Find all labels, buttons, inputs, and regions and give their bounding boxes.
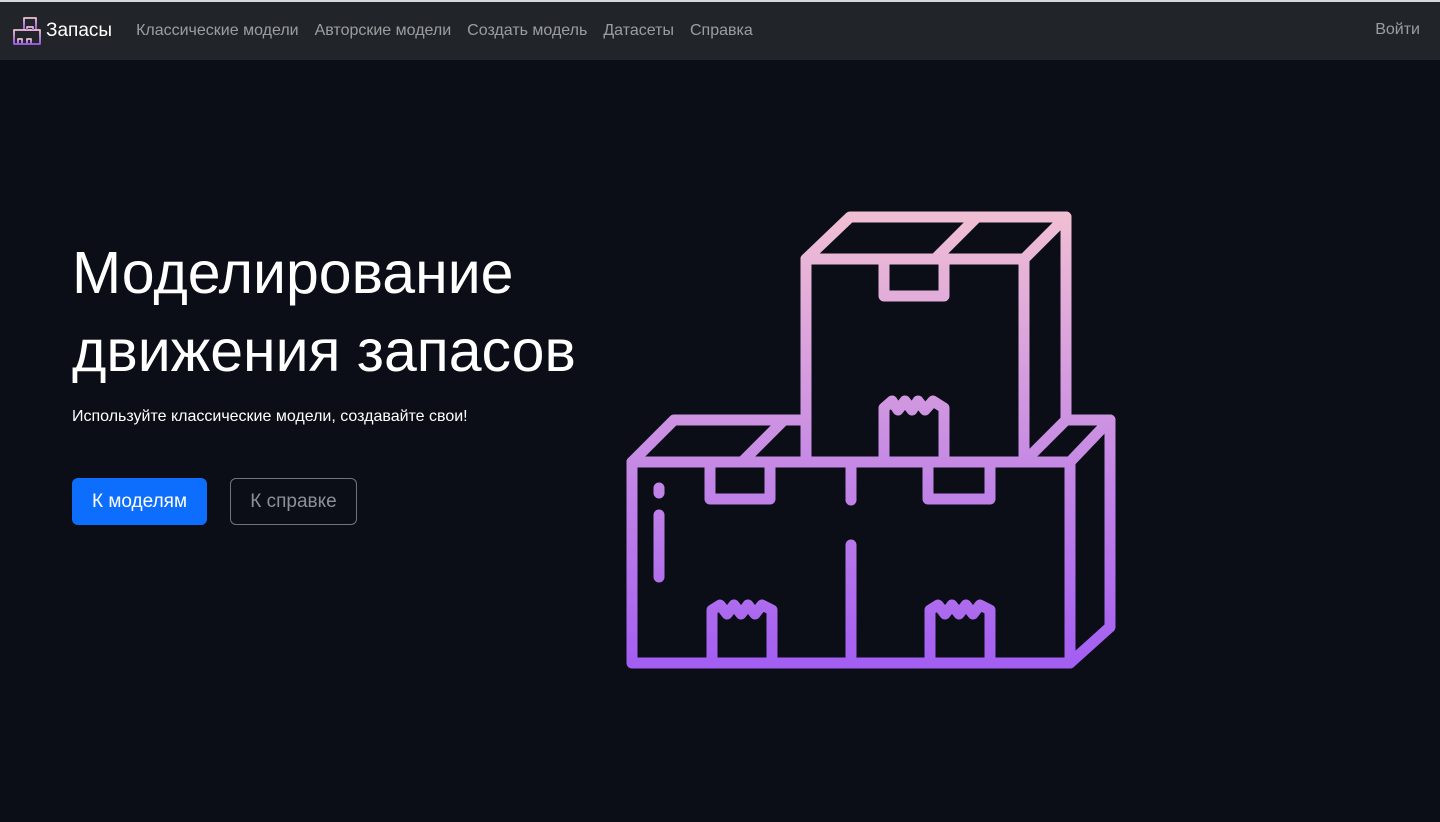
login-link[interactable]: Войти <box>1375 21 1420 39</box>
nav-link-create-model[interactable]: Создать модель <box>459 22 595 40</box>
nav-link-author-models[interactable]: Авторские модели <box>307 22 460 40</box>
brand-name: Запасы <box>46 20 113 41</box>
nav-link-help[interactable]: Справка <box>682 22 761 40</box>
warehouse-logo-icon <box>13 17 41 45</box>
hero-title: Моделирование движения запасов <box>72 234 692 390</box>
nav-link-datasets[interactable]: Датасеты <box>595 22 682 40</box>
nav-links: Классические модели Авторские модели Соз… <box>128 22 761 40</box>
hero-subtitle: Используйте классические модели, создава… <box>72 408 468 425</box>
brand-link[interactable]: Запасы <box>12 16 112 46</box>
nav-link-classic-models[interactable]: Классические модели <box>128 22 307 40</box>
to-help-button[interactable]: К справке <box>230 478 357 525</box>
to-models-button[interactable]: К моделям <box>72 478 207 525</box>
hero-title-line-2: движения запасов <box>72 318 576 384</box>
hero-title-line-1: Моделирование <box>72 240 514 306</box>
navbar: Запасы Классические модели Авторские мод… <box>0 2 1440 60</box>
stacked-boxes-icon <box>626 211 1116 669</box>
